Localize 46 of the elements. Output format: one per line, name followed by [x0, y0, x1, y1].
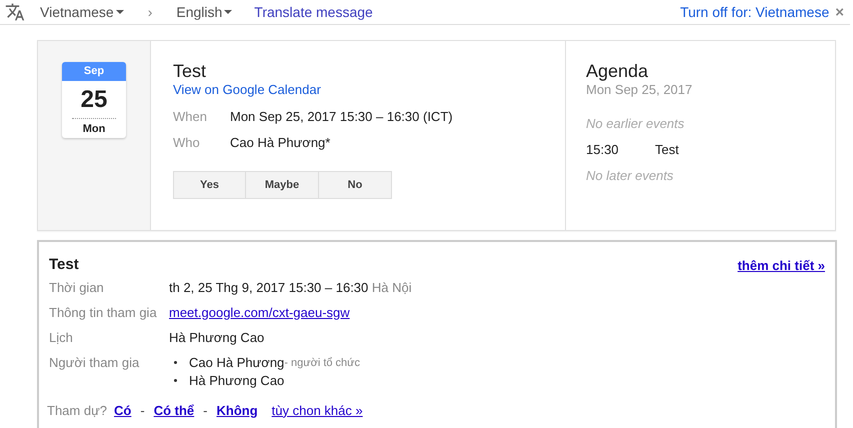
attendee-name: Hà Phương Cao [189, 372, 284, 390]
turn-off-link[interactable]: Turn off for: Vietnamese [680, 2, 830, 22]
close-button[interactable]: × [835, 4, 844, 20]
row-label: Người tham gia [49, 354, 140, 372]
detail-value: Mon Sep 25, 2017 15:30 – 16:30 (ICT) [230, 108, 453, 126]
row-value: th 2, 25 Thg 9, 2017 15:30 – 16:30 Hà Nội [169, 278, 412, 296]
separator: - [140, 402, 145, 420]
more-details-link[interactable]: thêm chi tiết » [738, 256, 825, 276]
detail-label: Who [173, 134, 201, 152]
translate-message-link[interactable]: Translate message [254, 2, 373, 22]
row-label: Thời gian [49, 278, 105, 296]
separator: - [203, 402, 208, 420]
bullet-icon [174, 379, 177, 382]
target-language-dropdown[interactable]: English [176, 2, 232, 22]
attend-option-link[interactable]: Có [114, 400, 132, 420]
arrow-separator: › [148, 2, 152, 22]
event-name: Test [655, 141, 679, 159]
event-title: Test [173, 61, 208, 81]
caret-icon [224, 10, 232, 14]
more-options-link[interactable]: tùy chon khác » [272, 400, 363, 420]
source-language-dropdown[interactable]: Vietnamese [40, 2, 124, 22]
meeting-link[interactable]: meet.google.com/cxt-gaeu-sgw [169, 304, 350, 322]
agenda-date: Mon Sep 25, 2017 [586, 81, 694, 99]
attend-option-link[interactable]: Không [216, 400, 258, 420]
rsvp-button[interactable]: Yes [173, 171, 246, 199]
agenda-note: No later events [586, 167, 674, 185]
row-label: Lịch [49, 328, 74, 346]
detail-label: When [173, 108, 208, 126]
attendee-name: Cao Hà Phương [189, 354, 284, 372]
row-label: Thông tin tham gia [49, 304, 158, 322]
bullet-icon [174, 361, 177, 364]
agenda-title: Agenda [586, 61, 650, 81]
translate-icon [5, 2, 25, 22]
detail-value: Cao Hà Phương* [230, 134, 330, 152]
agenda-note: No earlier events [586, 115, 686, 133]
details-title: Test [49, 256, 79, 274]
rsvp-button[interactable]: No [319, 171, 392, 199]
rsvp-button[interactable]: Maybe [246, 171, 319, 199]
calendar-link[interactable]: View on Google Calendar [173, 81, 565, 99]
calendar-date-icon: Sep 25 Mon [62, 62, 126, 138]
attend-option-link[interactable]: Có thể [154, 400, 194, 420]
organizer-note: - người tổ chức [284, 356, 360, 370]
caret-icon [116, 10, 124, 14]
event-time: 15:30 [586, 141, 620, 159]
attend-label: Tham dự? [47, 402, 108, 420]
row-value: Hà Phương Cao [169, 328, 264, 346]
